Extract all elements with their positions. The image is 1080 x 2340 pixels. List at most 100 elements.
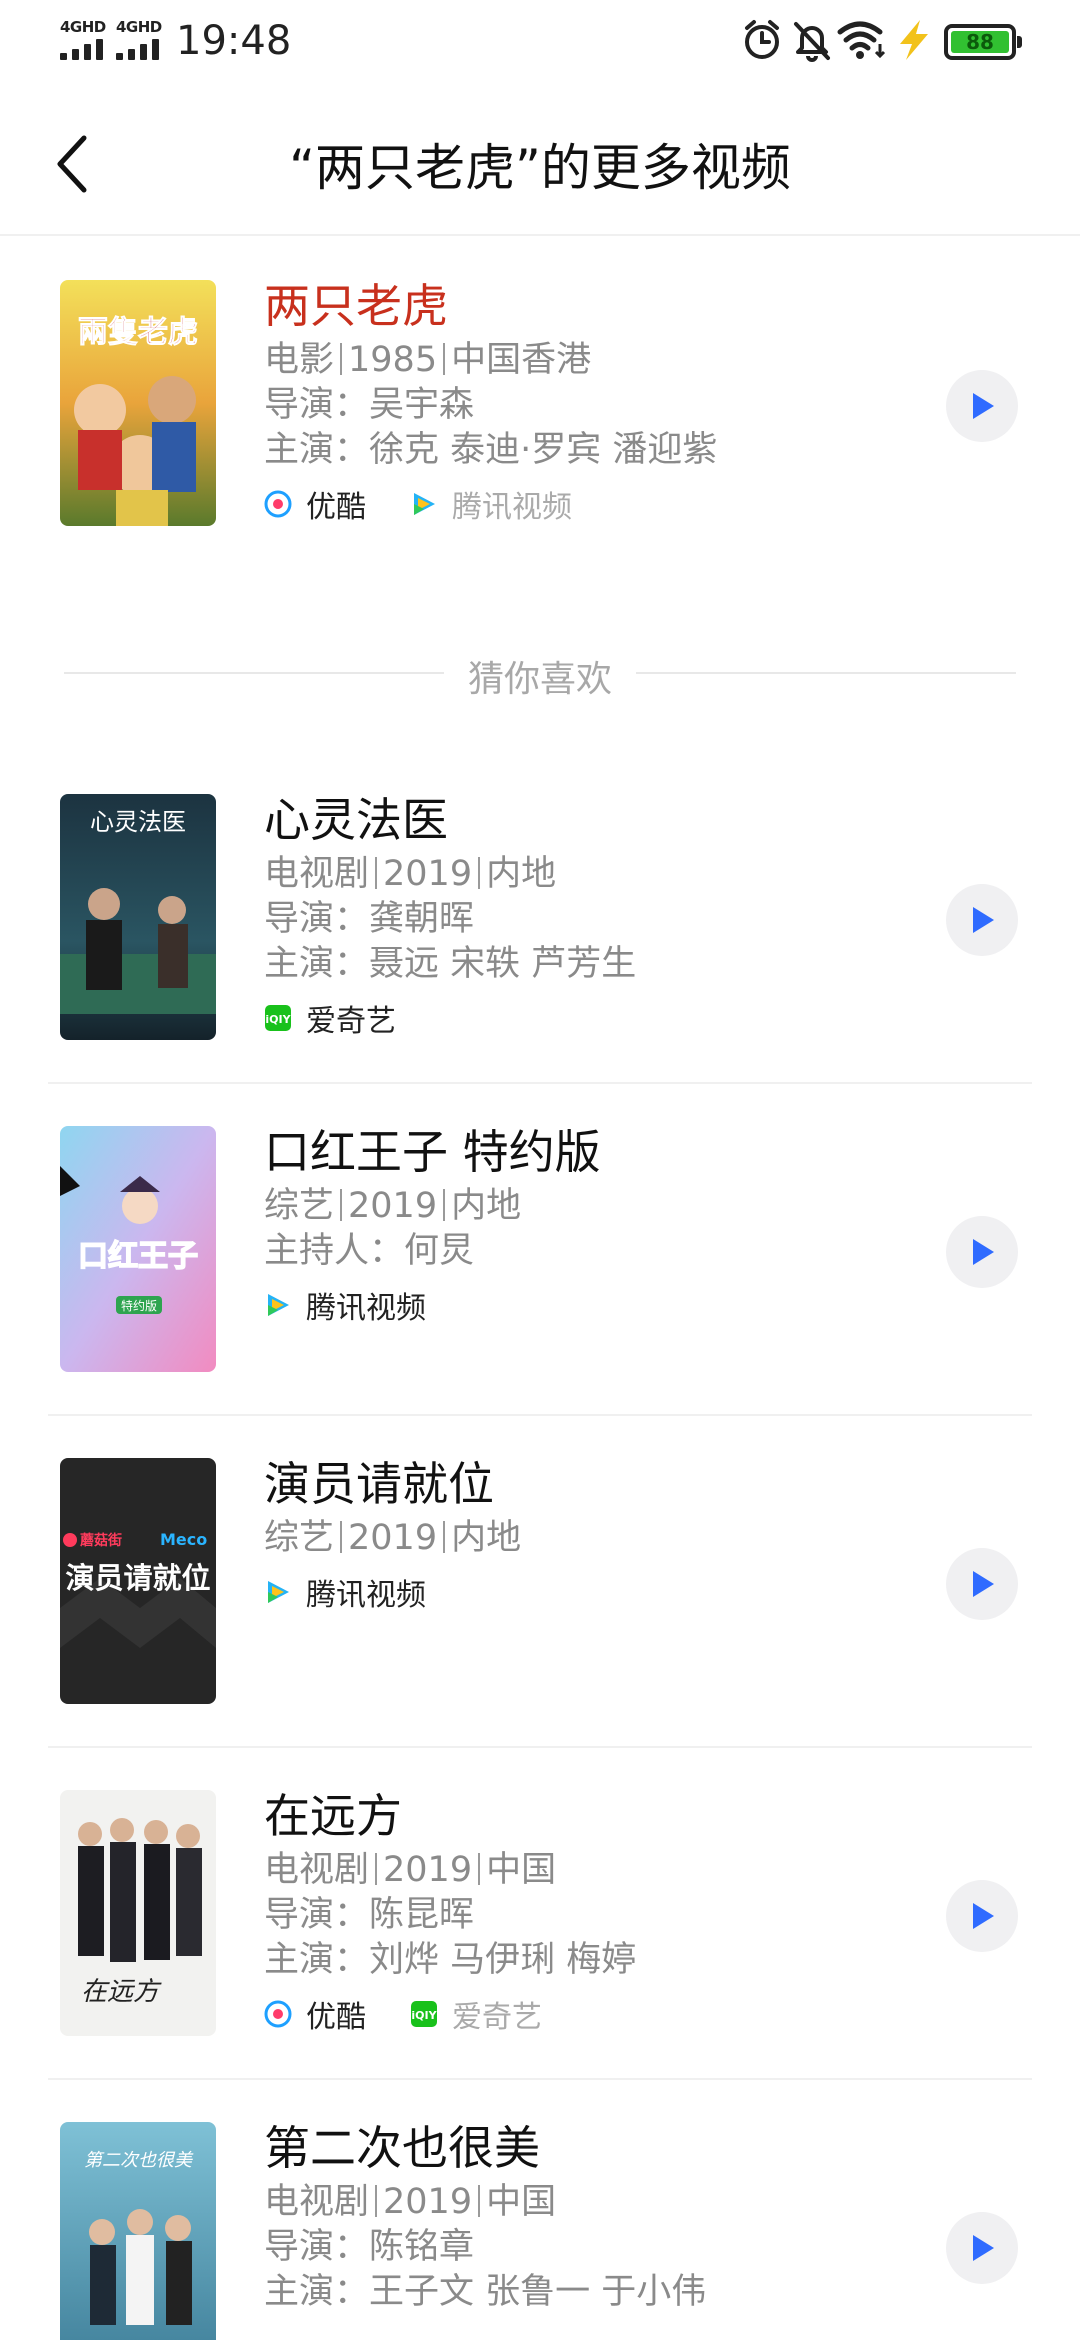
poster-title-art: 第二次也很美 [84, 2150, 194, 2171]
result-meta: 综艺 2019 内地 [264, 1516, 521, 1561]
cast-label: 主演： [264, 944, 370, 984]
wifi-icon [837, 21, 886, 59]
year: 2019 [348, 1518, 438, 1558]
play-icon [973, 1903, 994, 1929]
play-icon [973, 393, 994, 419]
battery-icon: 88 [944, 24, 1022, 60]
cast-value: 徐克 泰迪·罗宾 潘迎紫 [369, 430, 718, 470]
result-title[interactable]: 演员请就位 [264, 1452, 521, 1516]
page-title: “两只老虎”的更多视频 [289, 139, 791, 197]
poster-title-art: 兩隻老虎 [78, 315, 198, 350]
year: 1985 [348, 340, 438, 380]
result-title[interactable]: 口红王子 特约版 [264, 1120, 601, 1184]
source-list: iQIY 爱奇艺 [264, 995, 636, 1041]
app-header: “两只老虎”的更多视频 [0, 86, 1080, 236]
list-item[interactable]: 第二次也很美 第二次也很美 电视剧 2019 中国 导演：陈铭章 主演：王子文 张鲁… [0, 2078, 1080, 2340]
result-title[interactable]: 两只老虎 [264, 274, 717, 338]
source-youku[interactable]: 优酷 [264, 482, 366, 526]
tencent-video-icon [414, 493, 435, 515]
year: 2019 [383, 1850, 473, 1890]
cast-line: 主演：徐克 泰迪·罗宾 潘迎紫 [264, 428, 717, 473]
play-icon [973, 1239, 994, 1265]
cellular-signal-2-icon: 4GHD [116, 18, 172, 60]
battery-level: 88 [951, 30, 1009, 54]
region: 中国 [486, 1850, 557, 1890]
list-item[interactable]: 口红王子 特约版 口红王子 特约版 综艺 2019 内地 主持人：何炅 腾讯视频 [0, 1082, 1080, 1412]
cast-value: 聂远 宋轶 芦芳生 [369, 944, 637, 984]
result-title[interactable]: 第二次也很美 [264, 2116, 706, 2180]
play-button[interactable] [946, 2212, 1018, 2284]
host-label: 主持人： [264, 1231, 405, 1271]
source-tencent-video[interactable]: 腾讯视频 [264, 1570, 426, 1614]
list-item[interactable]: 在远方 在远方 电视剧 2019 中国 导演：陈昆晖 主演：刘烨 马伊琍 梅婷 优酷… [0, 1746, 1080, 2076]
genre: 电视剧 [264, 854, 370, 894]
result-meta: 电视剧 2019 内地 [264, 852, 636, 897]
director-value: 吴宇森 [369, 385, 475, 425]
source-youku[interactable]: 优酷 [264, 1992, 366, 2036]
source-label: 爱奇艺 [306, 1004, 396, 1039]
cast-label: 主演： [264, 430, 370, 470]
cast-value: 刘烨 马伊琍 梅婷 [369, 1940, 637, 1980]
result-meta: 电影 1985 中国香港 [264, 338, 717, 383]
cast-line: 主演：聂远 宋轶 芦芳生 [264, 942, 636, 987]
director-label: 导演： [264, 899, 370, 939]
result-title[interactable]: 在远方 [264, 1784, 636, 1848]
play-icon [973, 1571, 994, 1597]
source-iqiyi[interactable]: iQIY 爱奇艺 [410, 1992, 542, 2036]
director-value: 陈铭章 [369, 2227, 475, 2267]
source-label: 优酷 [306, 2000, 366, 2035]
source-list: 优酷 iQIY 爱奇艺 [264, 1991, 636, 2037]
director-value: 龚朝晖 [369, 899, 475, 939]
year: 2019 [348, 1186, 438, 1226]
play-button[interactable] [946, 370, 1018, 442]
source-tencent-video[interactable]: 腾讯视频 [264, 1283, 426, 1327]
iqiyi-icon: iQIY [411, 2001, 438, 2027]
source-label: 腾讯视频 [452, 490, 572, 525]
play-button[interactable] [946, 884, 1018, 956]
status-bar: 4GHD 4GHD 19:48 88 [0, 0, 1080, 86]
year: 2019 [383, 854, 473, 894]
poster-title-art: 演员请就位 [65, 1561, 210, 1595]
cast-label: 主演： [264, 2272, 370, 2312]
result-title[interactable]: 心灵法医 [264, 788, 636, 852]
charging-bolt-icon [900, 20, 928, 60]
clock: 19:48 [176, 18, 292, 64]
region: 中国 [486, 2182, 557, 2222]
poster-image[interactable]: 在远方 [60, 1790, 216, 2036]
region: 内地 [451, 1518, 522, 1558]
poster-image[interactable]: 兩隻老虎 [60, 280, 216, 526]
result-meta: 电视剧 2019 中国 [264, 1848, 636, 1893]
source-tencent-video[interactable]: 腾讯视频 [410, 482, 572, 526]
list-item[interactable]: 蘑菇街 Meco 演员请就位 演员请就位 综艺 2019 内地 腾讯视频 [0, 1414, 1080, 1744]
mute-bell-icon [794, 22, 830, 62]
main-result-card[interactable]: 兩隻老虎 两只老虎 电影 1985 中国香港 导演：吴宇森 主演：徐克 泰迪·罗宾 … [0, 236, 1080, 606]
list-item[interactable]: 心灵法医 心灵法医 电视剧 2019 内地 导演：龚朝晖 主演：聂远 宋轶 芦芳生 … [0, 750, 1080, 1080]
source-iqiyi[interactable]: iQIY 爱奇艺 [264, 996, 396, 1040]
source-list: 腾讯视频 [264, 1569, 521, 1615]
genre: 电视剧 [264, 2182, 370, 2222]
play-icon [973, 907, 994, 933]
play-button[interactable] [946, 1548, 1018, 1620]
region: 内地 [486, 854, 557, 894]
director-label: 导演： [264, 385, 370, 425]
director-line: 导演：陈铭章 [264, 2225, 706, 2270]
svg-text:iQIY: iQIY [411, 2009, 437, 2022]
play-button[interactable] [946, 1880, 1018, 1952]
section-divider: 猜你喜欢 [64, 642, 1016, 702]
poster-image[interactable]: 蘑菇街 Meco 演员请就位 [60, 1458, 216, 1704]
poster-image[interactable]: 第二次也很美 [60, 2122, 216, 2340]
year: 2019 [383, 2182, 473, 2222]
region: 中国香港 [451, 340, 592, 380]
svg-text:iQIY: iQIY [265, 1013, 291, 1026]
director-label: 导演： [264, 1895, 370, 1935]
poster-image[interactable]: 心灵法医 [60, 794, 216, 1040]
play-icon [973, 2235, 994, 2261]
tencent-video-icon [268, 1294, 289, 1316]
source-list: 优酷 腾讯视频 [264, 481, 717, 527]
host-line: 主持人：何炅 [264, 1229, 601, 1274]
play-button[interactable] [946, 1216, 1018, 1288]
cellular-signal-1-icon: 4GHD [60, 18, 116, 60]
director-line: 导演：吴宇森 [264, 383, 717, 428]
genre: 电视剧 [264, 1850, 370, 1890]
poster-image[interactable]: 口红王子 特约版 [60, 1126, 216, 1372]
